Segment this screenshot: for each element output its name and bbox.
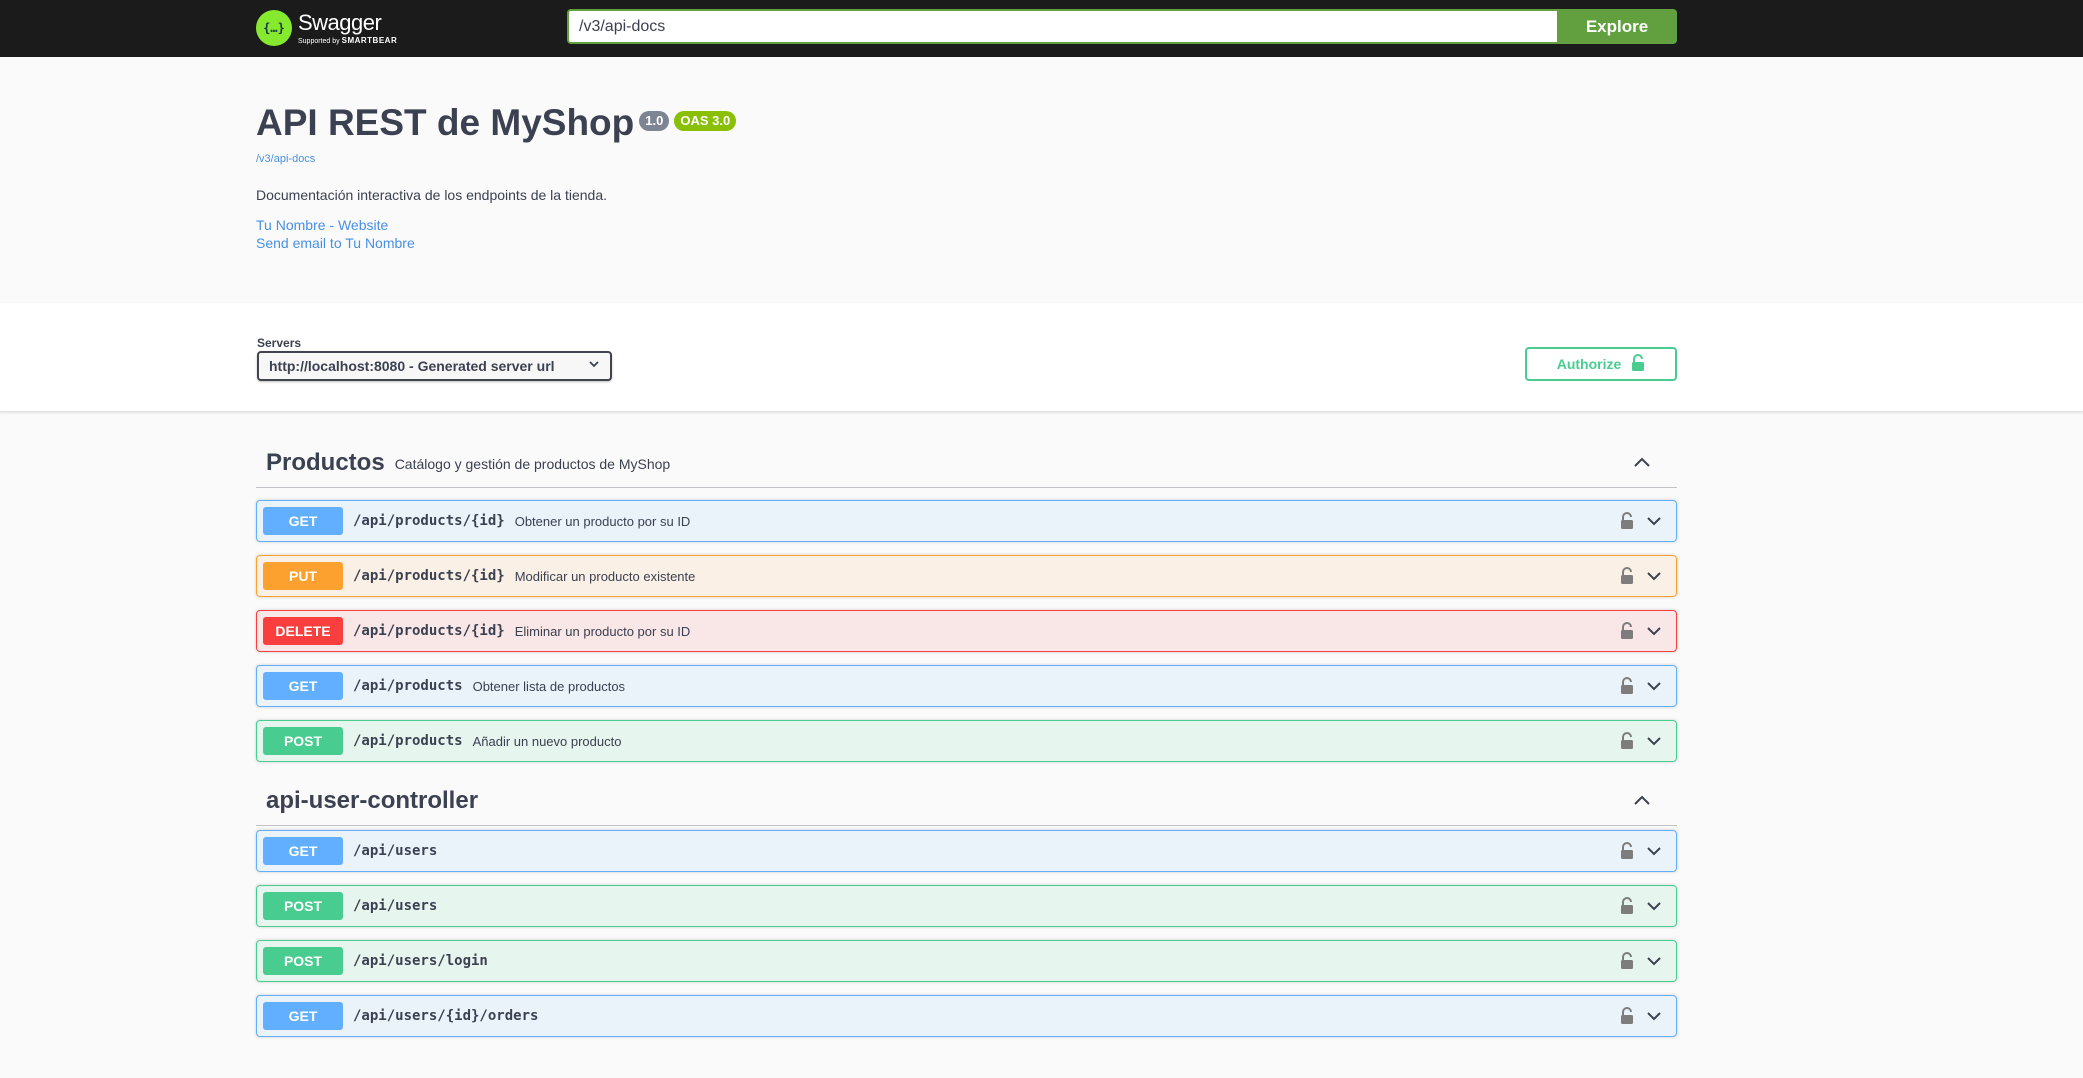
chevron-down-icon[interactable] [1646, 734, 1662, 752]
lock-icon[interactable] [1620, 1007, 1634, 1030]
operation-summary: Eliminar un producto por su ID [514, 623, 691, 639]
authorize-button[interactable]: Authorize [1525, 347, 1677, 381]
chevron-down-icon[interactable] [1646, 954, 1662, 972]
method-badge: DELETE [263, 617, 343, 645]
oas-badge: OAS 3.0 [674, 111, 737, 131]
operation-path: /api/products [353, 733, 463, 749]
tag-header-api-user-controller[interactable]: api-user-controller [256, 776, 1677, 826]
chevron-up-icon[interactable] [1633, 793, 1651, 811]
operation-path: /api/products/{id} [353, 513, 505, 529]
operation-path: /api/users/{id}/orders [353, 1008, 539, 1024]
email-link[interactable]: Send email to Tu Nombre [256, 235, 415, 251]
method-badge: PUT [263, 562, 343, 590]
lock-icon[interactable] [1620, 897, 1634, 920]
operation-path: /api/users [353, 898, 438, 914]
scheme-container: Servers http://localhost:8080 - Generate… [0, 303, 2083, 412]
api-description: Documentación interactiva de los endpoin… [256, 187, 607, 203]
swagger-logo-icon: {…} [256, 10, 292, 46]
method-badge: POST [263, 727, 343, 755]
operation-summary: Añadir un nuevo producto [472, 733, 622, 749]
operation-summary: Obtener lista de productos [472, 678, 626, 694]
explore-url-input[interactable] [567, 9, 1557, 44]
operation-row[interactable]: GET/api/users/{id}/orders [256, 995, 1677, 1037]
method-badge: POST [263, 947, 343, 975]
spec-url-link[interactable]: /v3/api-docs [256, 153, 315, 165]
method-badge: GET [263, 507, 343, 535]
lock-icon[interactable] [1620, 732, 1634, 755]
operation-path: /api/users/login [353, 953, 488, 969]
operation-row[interactable]: GET/api/users [256, 830, 1677, 872]
logo-word: Swagger [298, 9, 382, 35]
servers-select[interactable]: http://localhost:8080 - Generated server… [257, 351, 612, 381]
operation-row[interactable]: POST/api/products Añadir un nuevo product… [256, 720, 1677, 762]
lock-icon[interactable] [1620, 567, 1634, 590]
servers-label: Servers [257, 336, 302, 350]
lock-icon [1631, 353, 1645, 375]
chevron-down-icon[interactable] [1646, 899, 1662, 917]
lock-icon[interactable] [1620, 952, 1634, 975]
page-title: API REST de MyShop [256, 102, 635, 143]
chevron-down-icon[interactable] [1646, 679, 1662, 697]
chevron-up-icon[interactable] [1633, 455, 1651, 473]
svg-text:{…}: {…} [263, 21, 285, 35]
website-link[interactable]: Tu Nombre - Website [256, 217, 388, 233]
tag-name: Productos [266, 448, 385, 476]
operation-row[interactable]: PUT/api/products/{id} Modificar un produc… [256, 555, 1677, 597]
chevron-down-icon[interactable] [1646, 569, 1662, 587]
version-badge: 1.0 [639, 111, 670, 131]
operation-summary: Modificar un producto existente [514, 568, 696, 584]
chevron-down-icon[interactable] [1646, 514, 1662, 532]
explore-button[interactable]: Explore [1557, 9, 1677, 44]
chevron-down-icon[interactable] [1646, 844, 1662, 862]
operation-path: /api/users [353, 843, 438, 859]
operation-row[interactable]: GET/api/products/{id} Obtener un producto… [256, 500, 1677, 542]
method-badge: GET [263, 1002, 343, 1030]
lock-icon[interactable] [1620, 842, 1634, 865]
tag-header-productos[interactable]: Productos Catálogo y gestión de productos… [256, 438, 1677, 488]
operation-row[interactable]: POST/api/users [256, 885, 1677, 927]
lock-icon[interactable] [1620, 512, 1634, 535]
operation-path: /api/products/{id} [353, 568, 505, 584]
tag-description: Catálogo y gestión de productos de MySho… [394, 455, 671, 472]
chevron-down-icon [588, 357, 600, 375]
operation-row[interactable]: POST/api/users/login [256, 940, 1677, 982]
swagger-logo[interactable]: {…} Swagger Supported by SMARTBEAR [256, 7, 397, 49]
operation-row[interactable]: DELETE/api/products/{id} Eliminar un prod… [256, 610, 1677, 652]
operation-row[interactable]: GET/api/products Obtener lista de product… [256, 665, 1677, 707]
tag-name: api-user-controller [266, 786, 479, 814]
topbar: {…} Swagger Supported by SMARTBEAR Explo… [0, 0, 2083, 57]
operation-path: /api/products/{id} [353, 623, 505, 639]
operation-summary: Obtener un producto por su ID [514, 513, 691, 529]
operation-path: /api/products [353, 678, 463, 694]
lock-icon[interactable] [1620, 677, 1634, 700]
authorize-label: Authorize [1556, 356, 1622, 372]
method-badge: POST [263, 892, 343, 920]
method-badge: GET [263, 837, 343, 865]
chevron-down-icon[interactable] [1646, 1009, 1662, 1027]
info-title-row: API REST de MyShop 1.0 OAS 3.0 [256, 101, 737, 145]
logo-subtitle: Supported by SMARTBEAR [298, 35, 398, 45]
lock-icon[interactable] [1620, 622, 1634, 645]
chevron-down-icon[interactable] [1646, 624, 1662, 642]
method-badge: GET [263, 672, 343, 700]
servers-selected-value: http://localhost:8080 - Generated server… [269, 358, 555, 374]
